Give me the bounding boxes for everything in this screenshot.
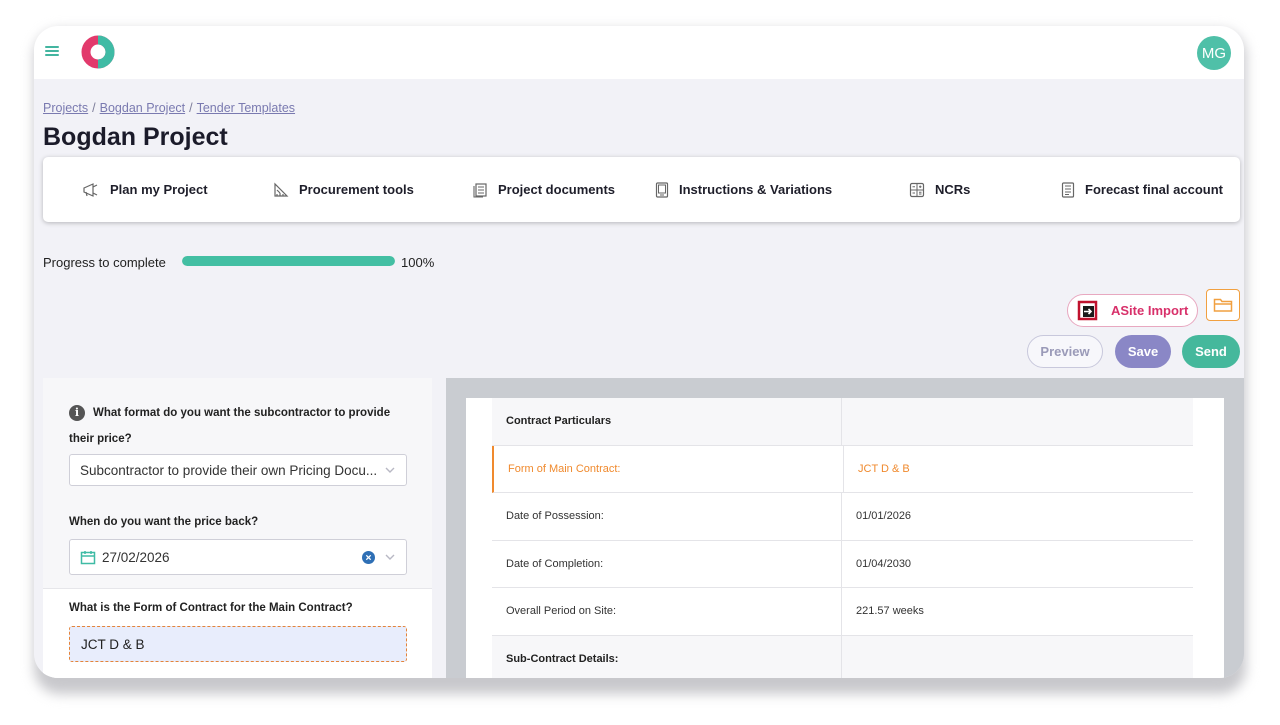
page-title: Bogdan Project <box>43 123 228 151</box>
asite-import-button[interactable]: ASite Import <box>1067 294 1198 327</box>
nav-label: NCRs <box>935 182 971 197</box>
breadcrumb: Projects / Bogdan Project / Tender Templates <box>43 101 295 115</box>
breadcrumb-tender-templates[interactable]: Tender Templates <box>197 101 295 115</box>
folder-icon <box>1213 298 1233 312</box>
row-value: 221.57 weeks <box>856 605 924 618</box>
nav-forecast-final-account[interactable]: Forecast final account <box>1061 157 1223 222</box>
progress-value: 100% <box>401 255 435 270</box>
tablet-icon <box>655 181 669 198</box>
table-row[interactable]: Overall Period on Site: 221.57 weeks <box>492 588 1193 636</box>
app-window: MG Projects / Bogdan Project / Tender Templa… <box>34 26 1244 678</box>
breadcrumb-bogdan-project[interactable]: Bogdan Project <box>100 101 185 115</box>
chevron-down-icon <box>385 467 395 473</box>
project-nav: Plan my Project Procurement tools Projec… <box>43 157 1240 222</box>
progress-label: Progress to complete <box>43 255 166 270</box>
nav-instructions-variations[interactable]: Instructions & Variations <box>655 157 832 222</box>
documents-icon <box>473 182 487 198</box>
table-row[interactable]: Date of Completion: 01/04/2030 <box>492 540 1193 588</box>
row-value <box>842 398 1193 445</box>
row-value: 01/01/2026 <box>856 510 912 523</box>
question-price-format: i What format do you want the subcontract… <box>69 400 409 452</box>
menu-icon[interactable] <box>45 46 59 56</box>
ruler-icon <box>274 182 289 197</box>
row-value: 01/04/2030 <box>856 557 912 570</box>
row-label: Form of Main Contract: <box>494 445 844 492</box>
nav-label: Plan my Project <box>110 182 208 197</box>
user-avatar[interactable]: MG <box>1197 36 1231 70</box>
table-row: Sub-Contract Details: <box>492 635 1193 679</box>
megaphone-icon <box>83 182 98 197</box>
form-contract-input[interactable]: JCT D & B <box>69 626 407 662</box>
nav-plan-my-project[interactable]: Plan my Project <box>82 157 208 222</box>
table-row[interactable]: Date of Possession: 01/01/2026 <box>492 493 1193 541</box>
send-button[interactable]: Send <box>1182 335 1240 368</box>
tender-form-panel: i What format do you want the subcontract… <box>43 378 432 678</box>
chevron-down-icon <box>385 554 395 560</box>
row-label: Date of Possession: <box>492 493 842 540</box>
progress-fill <box>182 256 395 266</box>
nav-label: Instructions & Variations <box>679 182 833 197</box>
nav-ncrs[interactable]: NCRs <box>909 157 970 222</box>
top-bar: MG <box>34 26 1244 79</box>
row-label: Sub-Contract Details: <box>492 635 842 678</box>
row-label: Contract Particulars <box>492 398 842 445</box>
nav-label: Project documents <box>498 182 616 197</box>
ledger-icon <box>1061 181 1075 198</box>
progress-bar <box>182 256 395 266</box>
calendar-icon <box>80 550 96 564</box>
nav-label: Procurement tools <box>299 182 414 197</box>
row-value: JCT D & B <box>858 462 910 475</box>
breadcrumb-separator: / <box>189 101 193 115</box>
row-label: Date of Completion: <box>492 540 842 587</box>
document-preview-pane: Contract Particulars Form of Main Contra… <box>446 378 1244 678</box>
table-row: Contract Particulars <box>492 398 1193 446</box>
preview-button[interactable]: Preview <box>1027 335 1103 368</box>
save-button[interactable]: Save <box>1115 335 1171 368</box>
folder-button[interactable] <box>1206 289 1240 321</box>
info-icon[interactable]: i <box>69 404 85 421</box>
price-format-select[interactable]: Subcontractor to provide their own Prici… <box>69 454 407 486</box>
clear-icon[interactable] <box>362 551 375 564</box>
row-value <box>842 636 1193 679</box>
calculator-icon <box>909 182 925 197</box>
price-back-date-value: 27/02/2026 <box>102 549 170 565</box>
table-row[interactable]: Form of Main Contract: JCT D & B <box>492 445 1193 493</box>
breadcrumb-projects[interactable]: Projects <box>43 101 88 115</box>
price-format-value: Subcontractor to provide their own Prici… <box>80 462 378 478</box>
nav-project-documents[interactable]: Project documents <box>472 157 615 222</box>
price-back-date-picker[interactable]: 27/02/2026 <box>69 539 407 575</box>
row-label: Overall Period on Site: <box>492 588 842 635</box>
nav-label: Forecast final account <box>1085 182 1223 197</box>
question-label: What format do you want the subcontracto… <box>69 407 391 445</box>
breadcrumb-separator: / <box>92 101 96 115</box>
nav-procurement-tools[interactable]: Procurement tools <box>273 157 414 222</box>
app-logo[interactable] <box>81 35 115 69</box>
document-page: Contract Particulars Form of Main Contra… <box>466 398 1224 678</box>
asite-import-label: ASite Import <box>1111 303 1189 318</box>
import-icon <box>1077 300 1098 321</box>
question-form-contract: What is the Form of Contract for the Mai… <box>69 602 353 614</box>
question-price-back: When do you want the price back? <box>69 516 259 528</box>
